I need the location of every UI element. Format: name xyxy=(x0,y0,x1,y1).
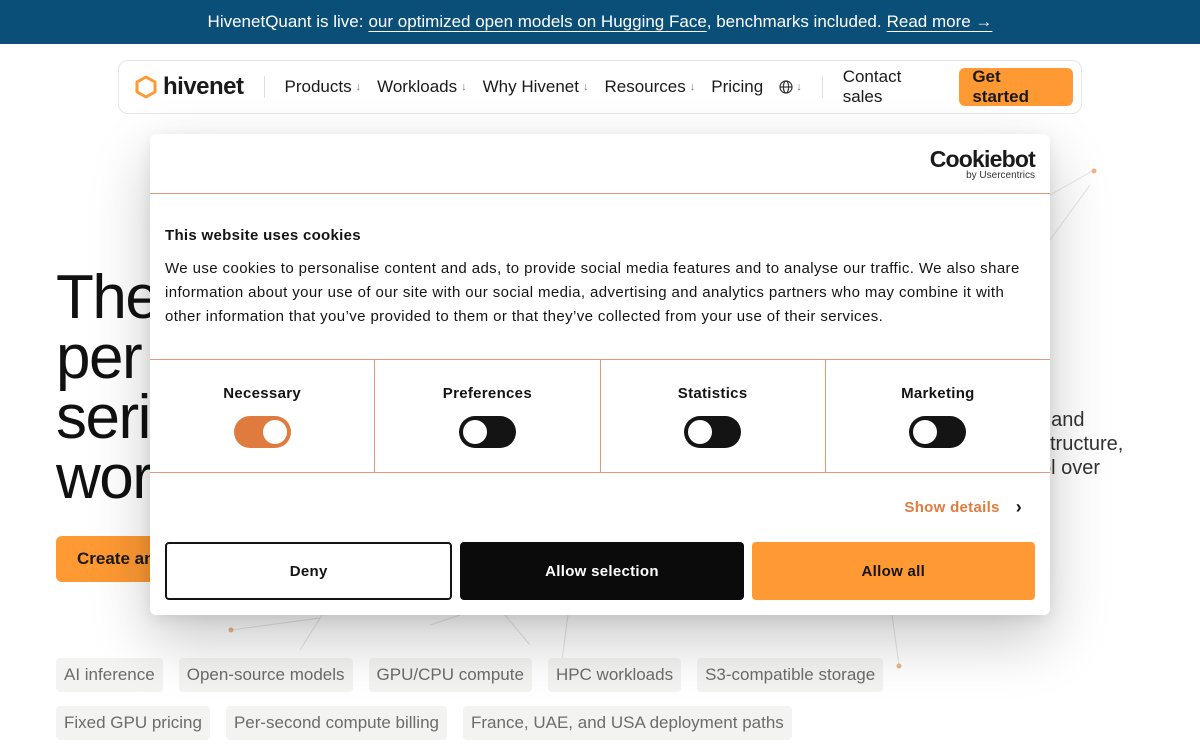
hero-subtitle-line: structure, xyxy=(1040,433,1124,455)
chevron-down-icon: ↓ xyxy=(689,81,696,93)
tag-row: AI inference Open-source models GPU/CPU … xyxy=(56,658,1156,692)
nav-menu: Products ↓ Workloads ↓ Why Hivenet ↓ Resour… xyxy=(285,77,802,97)
show-details-link[interactable]: Show details › xyxy=(904,497,1022,518)
show-details-label: Show details xyxy=(904,499,1000,516)
feature-tags: AI inference Open-source models GPU/CPU … xyxy=(56,658,1156,750)
toggle-label: Preferences xyxy=(442,385,532,402)
tag-row: Fixed GPU pricing Per-second compute bil… xyxy=(56,706,1156,740)
switch-knob xyxy=(688,420,713,444)
cookie-dialog-header: Cookiebot by Usercentrics xyxy=(150,134,1050,194)
globe-icon xyxy=(779,80,793,94)
switch-knob xyxy=(913,420,938,444)
toggle-preferences: Preferences xyxy=(375,360,601,472)
hero-subtitle: , and structure, ol over xyxy=(1040,408,1123,480)
switch-knob xyxy=(262,420,287,444)
cookie-buttons: Deny Allow selection Allow all xyxy=(150,542,1050,600)
hero-title-line: seri xyxy=(56,383,151,452)
toggle-necessary: Necessary xyxy=(150,360,376,472)
tag: France, UAE, and USA deployment paths xyxy=(463,706,792,740)
chevron-down-icon: ↓ xyxy=(461,81,467,93)
chevron-right-icon: › xyxy=(1015,497,1022,517)
marketing-switch[interactable] xyxy=(909,416,967,448)
cookiebot-logo: Cookiebot by Usercentrics xyxy=(929,146,1036,182)
deny-button[interactable]: Deny xyxy=(165,542,453,600)
tag: AI inference xyxy=(56,658,163,692)
switch-knob xyxy=(462,420,487,444)
hivenet-logo[interactable]: hivenet xyxy=(135,73,244,101)
preferences-switch[interactable] xyxy=(458,416,516,448)
nav-item-pricing[interactable]: Pricing xyxy=(711,77,763,97)
nav-item-label: Workloads xyxy=(377,77,458,96)
language-selector[interactable]: ↓ xyxy=(779,80,802,94)
nav-divider xyxy=(263,76,265,98)
cookie-consent-dialog: Cookiebot by Usercentrics This website u… xyxy=(150,134,1050,615)
nav-item-products[interactable]: Products ↓ xyxy=(285,77,362,97)
toggle-statistics: Statistics xyxy=(601,360,826,472)
nav-item-label: Products xyxy=(284,77,352,96)
cookie-text: We use cookies to personalise content an… xyxy=(165,260,1020,325)
chevron-down-icon: ↓ xyxy=(796,81,802,93)
nav-item-why-hivenet[interactable]: Why Hivenet ↓ xyxy=(483,77,589,97)
cookie-title: This website uses cookies xyxy=(165,227,361,244)
tag: Open-source models xyxy=(178,658,353,692)
nav-item-label: Pricing xyxy=(711,77,764,96)
statistics-switch[interactable] xyxy=(684,416,742,448)
necessary-switch[interactable] xyxy=(233,416,291,448)
toggle-label: Marketing xyxy=(901,385,975,402)
toggle-label: Necessary xyxy=(223,385,302,402)
nav-item-label: Why Hivenet xyxy=(482,77,579,96)
tag: S3-compatible storage xyxy=(697,658,884,692)
nav-divider xyxy=(821,76,823,98)
cookie-details-row: Show details › xyxy=(150,473,1050,542)
cookie-dialog-body: This website uses cookies We use cookies… xyxy=(150,194,1050,359)
chevron-down-icon: ↓ xyxy=(355,81,362,93)
hero-title-line: The xyxy=(56,263,160,332)
tag: GPU/CPU compute xyxy=(368,658,532,692)
chevron-down-icon: ↓ xyxy=(582,81,589,93)
contact-sales-link[interactable]: Contact sales xyxy=(843,67,944,107)
tag: Per-second compute billing xyxy=(225,706,447,740)
logo-text: hivenet xyxy=(163,73,244,100)
hero-title-line: wor xyxy=(56,443,153,512)
main-navigation: hivenet Products ↓ Workloads ↓ Why Hivenet… xyxy=(118,60,1082,114)
nav-item-resources[interactable]: Resources ↓ xyxy=(604,77,695,97)
tag: HPC workloads xyxy=(547,658,682,692)
nav-item-label: Resources xyxy=(604,77,686,96)
tag: Fixed GPU pricing xyxy=(56,706,210,740)
hero-subtitle-line: , and xyxy=(1040,409,1085,431)
hero-subtitle-line: ol over xyxy=(1040,457,1101,479)
toggle-label: Statistics xyxy=(677,385,748,402)
hero-title-line: per xyxy=(56,323,143,392)
cookiebot-brand: Cookiebot xyxy=(929,146,1036,172)
allow-selection-button[interactable]: Allow selection xyxy=(460,542,744,600)
hexagon-logo-icon xyxy=(135,75,157,99)
allow-all-button[interactable]: Allow all xyxy=(751,542,1035,600)
get-started-button[interactable]: Get started xyxy=(959,67,1074,106)
hero-title: The per seri wor xyxy=(56,263,160,512)
cookie-toggles: Necessary Preferences Statistics Marketi… xyxy=(150,359,1050,473)
nav-item-workloads[interactable]: Workloads ↓ xyxy=(377,77,467,97)
toggle-marketing: Marketing xyxy=(826,360,1050,472)
